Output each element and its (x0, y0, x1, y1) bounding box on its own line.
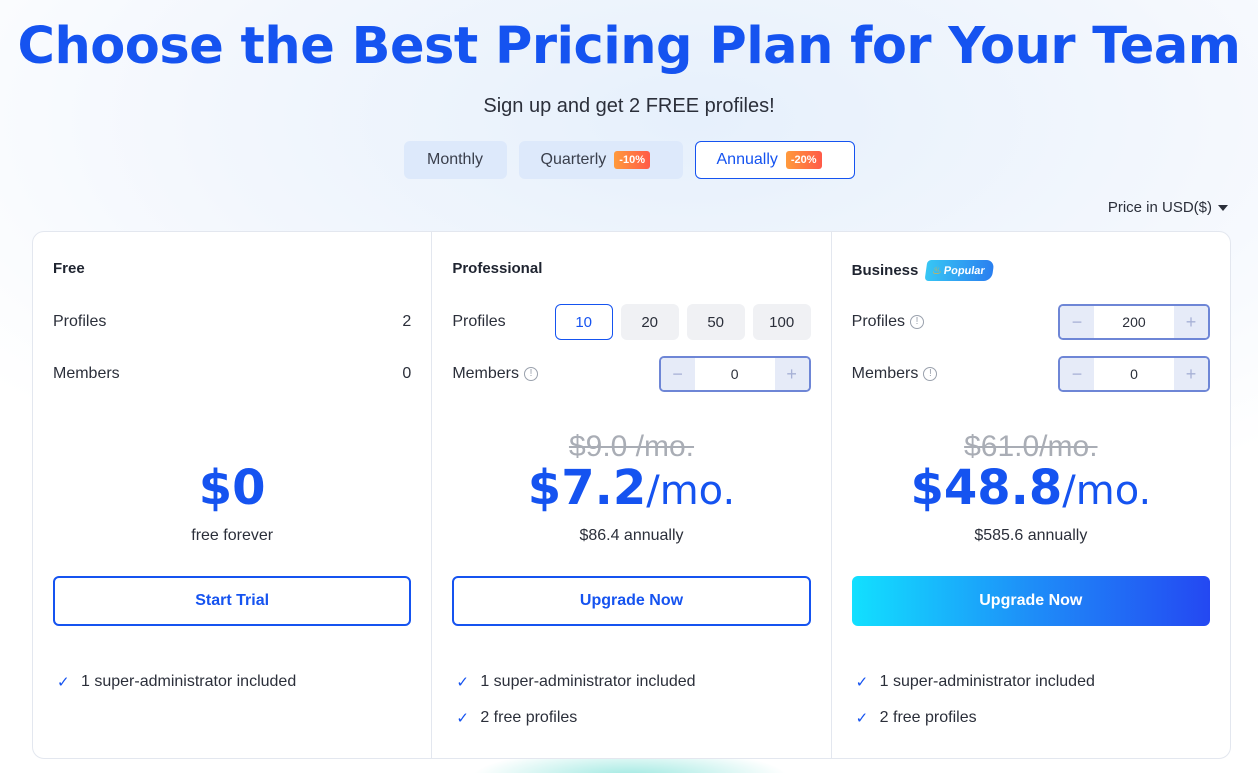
plan-price: $7.2/mo. (432, 460, 830, 516)
info-icon[interactable]: ! (524, 367, 539, 381)
billing-tab-monthly[interactable]: Monthly (403, 141, 507, 179)
profiles-row: Profiles 10 20 50 100 (452, 304, 811, 340)
plan-price: $48.8/mo. (832, 460, 1230, 516)
feature-list: ✓ 1 super-administrator included ✓ 2 fre… (856, 664, 1210, 736)
increment-button[interactable]: + (1173, 306, 1208, 338)
check-icon: ✓ (456, 710, 469, 727)
decrement-button[interactable]: − (1059, 306, 1094, 338)
plan-card-professional: Professional Profiles 10 20 50 100 Membe… (432, 232, 832, 758)
profiles-label: Profiles (452, 313, 506, 330)
members-row: Members ! − 0 + (852, 356, 1210, 392)
feature-item: ✓ 1 super-administrator included (856, 664, 1210, 700)
check-icon: ✓ (456, 674, 469, 691)
members-value[interactable]: 0 (1094, 358, 1174, 390)
profiles-value[interactable]: 200 (1094, 306, 1174, 338)
members-label: Members (452, 365, 520, 382)
feature-list: ✓ 1 super-administrator included ✓ 2 fre… (456, 664, 810, 736)
billing-tab-quarterly[interactable]: Quarterly -10% (518, 141, 683, 179)
profiles-label: Profiles (53, 313, 107, 330)
feature-item: ✓ 2 free profiles (456, 700, 810, 736)
plan-name-text: Professional (452, 260, 543, 277)
plan-card-business: Business ♨ Popular Profiles ! − 200 + Me… (832, 232, 1230, 758)
billing-tab-label: Annually (716, 151, 778, 168)
plan-name-text: Business (851, 262, 919, 279)
price-note: free forever (191, 527, 274, 544)
increment-button[interactable]: + (1173, 358, 1208, 390)
page-title: Choose the Best Pricing Plan for Your Te… (17, 17, 1241, 76)
feature-text: 1 super-administrator included (879, 673, 1095, 690)
profile-option-50[interactable]: 50 (686, 304, 745, 340)
check-icon: ✓ (57, 674, 70, 691)
profiles-row: Profiles ! − 200 + (852, 304, 1210, 340)
feature-text: 1 super-administrator included (480, 673, 696, 690)
members-row: Members 0 (53, 356, 411, 392)
price-note: $585.6 annually (974, 527, 1088, 544)
info-icon[interactable]: ! (910, 315, 925, 329)
start-trial-button[interactable]: Start Trial (53, 576, 412, 626)
members-label-group: Members ! (852, 365, 938, 383)
profiles-label-group: Profiles ! (851, 313, 925, 331)
flame-icon: ♨ (931, 265, 944, 277)
profiles-value: 2 (402, 313, 412, 330)
members-stepper: − 0 + (658, 356, 811, 392)
original-price: $9.0 /mo. (568, 430, 695, 463)
profile-options: 10 20 50 100 (554, 304, 811, 340)
check-icon: ✓ (855, 674, 869, 691)
profiles-row: Profiles 2 (53, 304, 411, 340)
decrement-button[interactable]: − (1059, 358, 1094, 390)
members-value: 0 (402, 365, 412, 382)
page-subtitle: Sign up and get 2 FREE profiles! (483, 95, 775, 117)
feature-text: 2 free profiles (480, 709, 578, 726)
plan-card-free: Free Profiles 2 Members 0 $0 free foreve… (33, 232, 433, 758)
feature-text: 1 super-administrator included (81, 673, 297, 690)
plan-price: $0 (33, 460, 431, 516)
popular-badge-label: Popular (943, 264, 987, 277)
price-unit: /mo. (1062, 468, 1152, 514)
price-unit: /mo. (646, 468, 736, 514)
caret-down-icon (1218, 204, 1228, 211)
profile-option-100[interactable]: 100 (752, 304, 811, 340)
discount-badge: -20% (785, 151, 822, 169)
billing-period-toggle: Monthly Quarterly -10% Annually -20% (0, 141, 1258, 179)
price-amount: $48.8 (910, 460, 1063, 516)
popular-badge: ♨ Popular (924, 260, 995, 281)
pricing-plans: Free Profiles 2 Members 0 $0 free foreve… (32, 231, 1231, 759)
increment-button[interactable]: + (774, 358, 809, 390)
price-note: $86.4 annually (579, 527, 684, 544)
price-amount: $7.2 (527, 460, 647, 516)
feature-list: ✓ 1 super-administrator included (57, 664, 411, 700)
profiles-label: Profiles (851, 313, 906, 330)
plan-name: Business ♨ Popular (851, 260, 995, 281)
members-stepper: − 0 + (1057, 356, 1210, 392)
upgrade-now-button[interactable]: Upgrade Now (452, 576, 811, 626)
members-label: Members (851, 365, 919, 382)
original-price: $61.0/mo. (964, 430, 1098, 463)
price-amount: $0 (198, 460, 266, 516)
feature-item: ✓ 2 free profiles (856, 700, 1210, 736)
plan-name-text: Free (53, 260, 85, 277)
currency-select[interactable]: Price in USD($) (1108, 199, 1228, 216)
profile-option-10[interactable]: 10 (554, 304, 613, 340)
feature-item: ✓ 1 super-administrator included (456, 664, 810, 700)
currency-label: Price in USD($) (1107, 199, 1212, 216)
billing-tab-label: Quarterly (540, 151, 607, 168)
members-label: Members (53, 365, 120, 382)
billing-tab-label: Monthly (426, 151, 484, 168)
discount-badge: -10% (614, 151, 650, 169)
members-label-group: Members ! (452, 365, 539, 383)
members-value[interactable]: 0 (695, 358, 775, 390)
members-row: Members ! − 0 + (452, 356, 811, 392)
feature-text: 2 free profiles (879, 709, 977, 726)
profile-option-20[interactable]: 20 (620, 304, 679, 340)
check-icon: ✓ (855, 710, 869, 727)
plan-name: Free (53, 260, 85, 277)
billing-tab-annually[interactable]: Annually -20% (694, 141, 855, 179)
upgrade-now-button[interactable]: Upgrade Now (851, 576, 1210, 626)
profiles-stepper: − 200 + (1057, 304, 1210, 340)
feature-item: ✓ 1 super-administrator included (57, 664, 411, 700)
plan-name: Professional (452, 260, 542, 277)
info-icon[interactable]: ! (923, 367, 938, 381)
decrement-button[interactable]: − (660, 358, 695, 390)
